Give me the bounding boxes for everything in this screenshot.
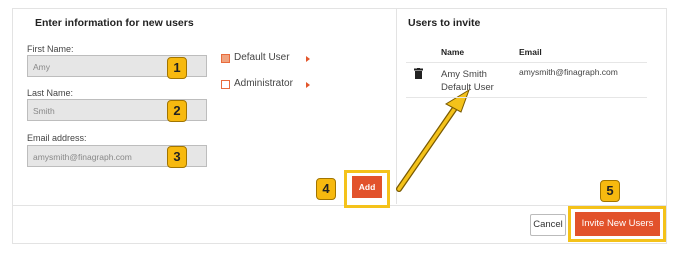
invitee-name: Amy Smith — [441, 69, 487, 80]
row-separator — [406, 97, 647, 98]
cancel-button[interactable]: Cancel — [530, 214, 566, 236]
email-column-header: Email — [519, 47, 542, 57]
invite-new-users-button[interactable]: Invite New Users — [575, 212, 660, 236]
header-separator — [406, 62, 647, 63]
step-5-callout: 5 — [600, 180, 620, 202]
name-column-header: Name — [441, 47, 465, 57]
invitee-email: amysmith@finagraph.com — [519, 67, 618, 77]
users-to-invite-heading: Users to invite — [408, 17, 481, 29]
invitee-role: Default User — [441, 82, 494, 93]
trash-icon[interactable] — [414, 68, 423, 79]
